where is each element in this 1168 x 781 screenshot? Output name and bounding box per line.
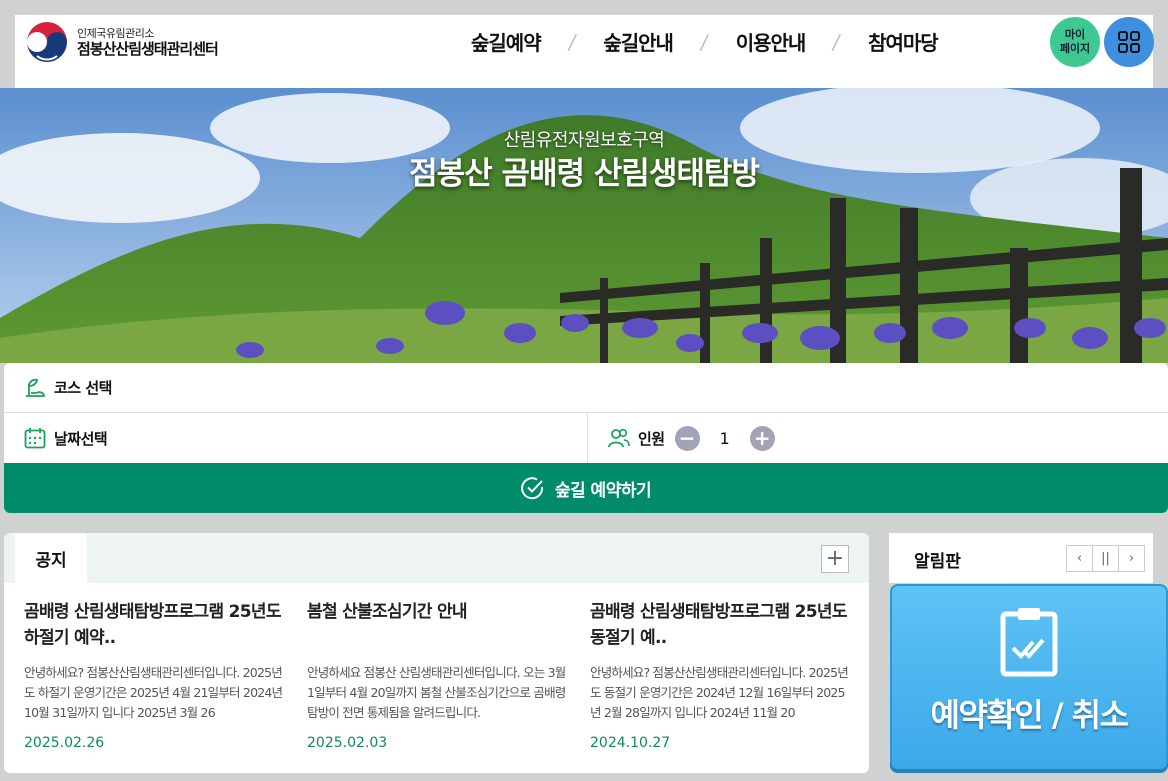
- nav-item-trail-guide[interactable]: 숲길안내: [603, 27, 674, 56]
- notice-more-button[interactable]: +: [821, 545, 849, 573]
- main-nav: 숲길예약 / 숲길안내 / 이용안내 / 참여마당: [471, 27, 939, 56]
- grid-icon: [1118, 31, 1140, 53]
- notice-title[interactable]: 곰배령 산림생태탐방프로그램 25년도 동절기 예..: [590, 599, 852, 651]
- mypage-label-line1: 마이: [1064, 28, 1086, 42]
- korea-emblem-icon: [26, 21, 68, 63]
- nav-separator: /: [698, 29, 710, 54]
- mypage-label-line2: 페이지: [1059, 42, 1091, 55]
- calendar-icon: [24, 428, 46, 449]
- notice-item[interactable]: 곰배령 산림생태탐방프로그램 25년도 동절기 예.. 안녕하세요? 점봉산산림…: [590, 599, 852, 751]
- alarm-board-title: 알림판: [914, 552, 961, 572]
- people-count: 1: [719, 428, 730, 448]
- all-menu-button[interactable]: [1104, 17, 1154, 67]
- hero-banner: 산림유전자원보호구역 점봉산 곰배령 산림생태탐방: [0, 88, 1168, 363]
- people-label: 인원: [638, 429, 665, 448]
- org-subtitle: 인제국유림관리소: [77, 26, 154, 40]
- tab-notice[interactable]: 공지: [15, 533, 87, 583]
- notice-title[interactable]: 곰배령 산림생태탐방프로그램 25년도 하절기 예약..: [24, 599, 286, 651]
- alarm-board-controls: ‹ || ›: [1066, 545, 1145, 572]
- notice-body: 안녕하세요? 점봉산산림생태관리센터입니다. 2025년도 동절기 운영기간은 …: [590, 665, 849, 720]
- notice-body: 안녕하세요 점봉산 산림생태관리센터입니다. 오는 3월 1일부터 4월 20일…: [307, 665, 566, 720]
- notice-panel: 공지 + 곰배령 산림생태탐방프로그램 25년도 하절기 예약.. 안녕하세요?…: [4, 533, 869, 773]
- reserve-button-label: 숲길 예약하기: [554, 480, 652, 501]
- course-select-label: 코스 선택: [54, 379, 112, 397]
- notice-item[interactable]: 곰배령 산림생태탐방프로그램 25년도 하절기 예약.. 안녕하세요? 점봉산산…: [24, 599, 286, 751]
- notice-date: 2025.02.26: [24, 735, 105, 751]
- booking-panel: 코스 선택 날짜선택 인원 − 1 + 숲길 예약하기: [4, 363, 1168, 513]
- notice-date: 2025.02.03: [307, 735, 388, 751]
- notice-date: 2024.10.27: [590, 735, 671, 751]
- date-select-label: 날짜선택: [54, 429, 108, 448]
- clipboard-check-icon: [1000, 608, 1058, 677]
- notice-title[interactable]: 봄철 산불조심기간 안내: [307, 599, 569, 651]
- reservation-confirm-cancel-banner[interactable]: 예약확인 / 취소: [890, 584, 1168, 773]
- notice-item[interactable]: 봄철 산불조심기간 안내 안녕하세요 점봉산 산림생태관리센터입니다. 오는 3…: [307, 599, 569, 751]
- nav-item-community[interactable]: 참여마당: [868, 27, 939, 56]
- nav-separator: /: [831, 29, 843, 54]
- alarm-next-button[interactable]: ›: [1118, 545, 1145, 572]
- nav-separator: /: [566, 29, 578, 54]
- notice-header: 공지 +: [4, 533, 869, 583]
- reservation-confirm-cancel-label: 예약확인 / 취소: [930, 696, 1129, 734]
- notice-body: 안녕하세요? 점봉산산림생태관리센터입니다. 2025년도 하절기 운영기간은 …: [24, 665, 283, 720]
- mypage-button[interactable]: 마이 페이지: [1050, 17, 1100, 67]
- people-field: 인원 − 1 +: [588, 413, 1168, 463]
- people-decrease-button[interactable]: −: [674, 425, 700, 451]
- check-circle-icon: [520, 477, 543, 500]
- alarm-board-header: 알림판 ‹ || ›: [889, 533, 1153, 583]
- course-select[interactable]: 코스 선택: [4, 363, 1168, 413]
- nav-item-usage-guide[interactable]: 이용안내: [736, 27, 807, 56]
- org-name: 점봉산산림생태관리센터: [77, 39, 219, 58]
- sprout-icon: [26, 378, 45, 397]
- hero-title: 점봉산 곰배령 산림생태탐방: [409, 156, 760, 192]
- reserve-button[interactable]: 숲길 예약하기: [4, 463, 1168, 513]
- nav-item-trail-reservation[interactable]: 숲길예약: [471, 27, 542, 56]
- date-select[interactable]: 날짜선택: [4, 413, 588, 463]
- people-increase-button[interactable]: +: [749, 425, 775, 451]
- site-logo[interactable]: 인제국유림관리소 점봉산산림생태관리센터: [23, 20, 219, 64]
- people-icon: [608, 428, 630, 448]
- alarm-prev-button[interactable]: ‹: [1066, 545, 1093, 572]
- alarm-pause-button[interactable]: ||: [1092, 545, 1119, 572]
- site-header: 인제국유림관리소 점봉산산림생태관리센터 숲길예약 / 숲길안내 / 이용안내 …: [15, 15, 1154, 88]
